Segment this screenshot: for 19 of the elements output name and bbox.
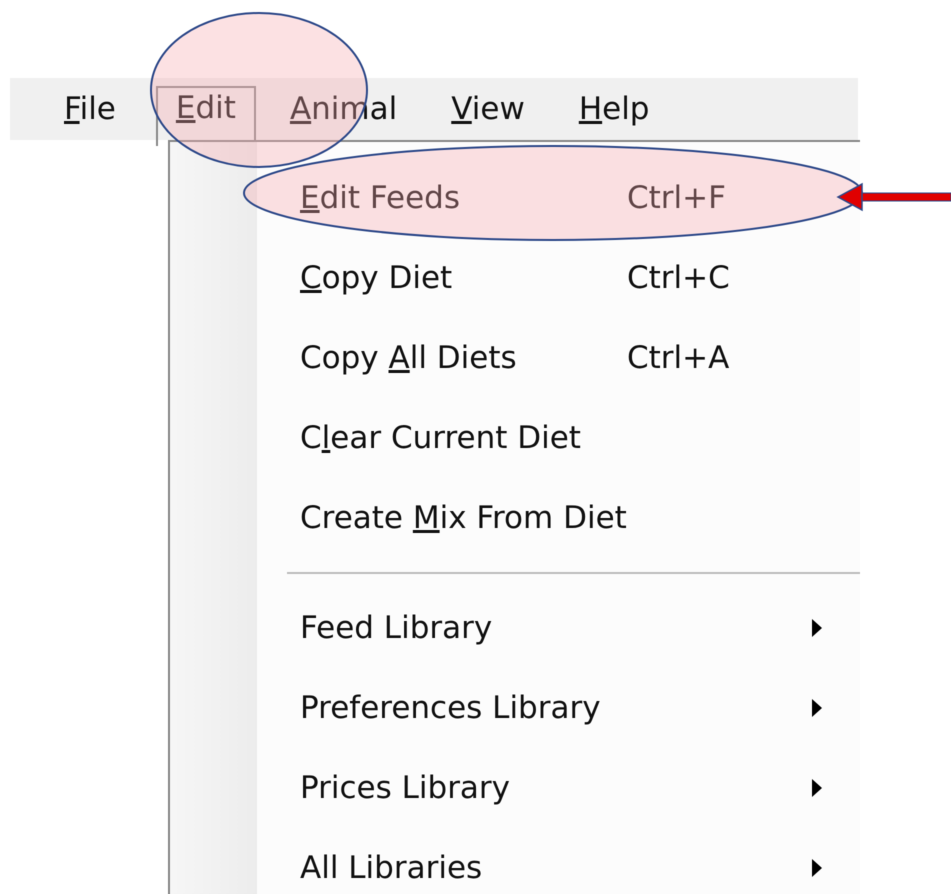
submenu-arrow-icon: [812, 619, 822, 637]
shortcut-label: Ctrl+A: [627, 340, 730, 376]
shortcut-label: Ctrl+F: [627, 180, 726, 216]
shortcut-label: Ctrl+C: [627, 260, 730, 296]
menu-item[interactable]: Clear Current Diet: [300, 420, 581, 456]
menu-item[interactable]: Copy All Diets: [300, 340, 517, 376]
submenu-arrow-icon: [812, 779, 822, 797]
menu-title[interactable]: Help: [558, 81, 670, 137]
menu-title[interactable]: File: [62, 81, 136, 137]
menu-item[interactable]: Feed Library: [300, 610, 492, 646]
menu-title[interactable]: View: [431, 81, 545, 137]
menu-item[interactable]: All Libraries: [300, 850, 482, 886]
submenu-arrow-icon: [812, 699, 822, 717]
submenu-arrow-icon: [812, 859, 822, 877]
menu-item[interactable]: Preferences Library: [300, 690, 601, 726]
menu-item[interactable]: Copy Diet: [300, 260, 452, 296]
menu-item[interactable]: Create Mix From Diet: [300, 500, 627, 536]
menu-item[interactable]: Prices Library: [300, 770, 510, 806]
menu-item[interactable]: Edit Feeds: [300, 180, 460, 216]
